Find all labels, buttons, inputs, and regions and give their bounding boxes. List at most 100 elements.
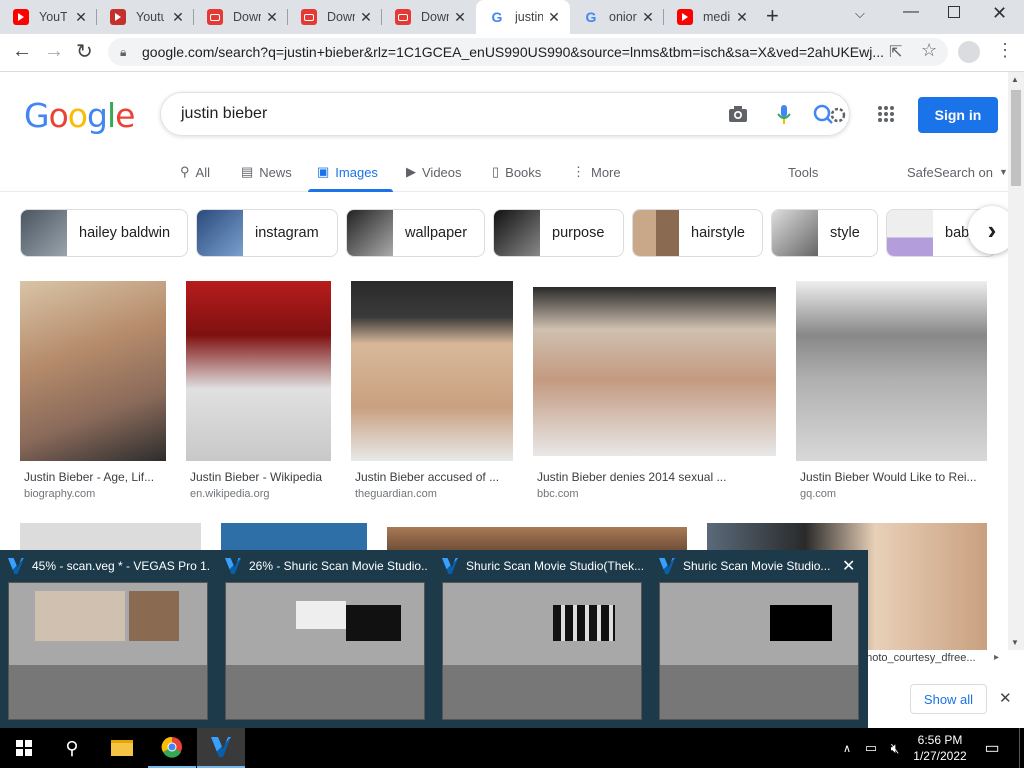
tools-button[interactable]: Tools: [788, 160, 818, 184]
result-caption[interactable]: Justin Bieber denies 2014 sexual ...: [537, 470, 772, 484]
tab-youtube-2[interactable]: Youtu ✕: [97, 0, 194, 34]
volume-muted-icon[interactable]: 🔇︎: [884, 728, 906, 768]
file-explorer-icon[interactable]: [98, 728, 146, 768]
result-source[interactable]: biography.com: [24, 488, 95, 500]
close-icon[interactable]: ✕: [264, 9, 280, 26]
network-icon[interactable]: ▭: [860, 728, 882, 768]
tab-images[interactable]: ▣ Images: [317, 160, 378, 184]
tab-justin-active[interactable]: G justin ✕: [476, 0, 570, 34]
tab-media[interactable]: medi ✕: [664, 0, 758, 34]
tab-onion[interactable]: G onior ✕: [570, 0, 664, 34]
close-icon[interactable]: ✕: [452, 9, 468, 26]
result-caption[interactable]: Justin Bieber - Wikipedia: [190, 470, 335, 484]
address-bar[interactable]: 🔒︎ google.com/search?q=justin+bieber&rlz…: [108, 38, 948, 66]
google-icon: G: [585, 9, 597, 25]
videos-icon: ▶: [406, 164, 416, 179]
window-thumbnail[interactable]: Shuric Scan Movie Studio...: [651, 550, 868, 728]
download-filename[interactable]: photo_courtesy_dfree...: [860, 652, 982, 664]
result-caption[interactable]: Justin Bieber Would Like to Rei...: [800, 470, 983, 484]
window-close-icon[interactable]: ✕: [992, 3, 1007, 24]
search-query[interactable]: justin bieber: [181, 105, 267, 123]
result-image[interactable]: [351, 281, 513, 461]
safesearch-toggle[interactable]: SafeSearch on ▼: [907, 160, 1008, 184]
apps-grid-icon[interactable]: [877, 105, 895, 123]
chip-instagram[interactable]: instagram: [196, 209, 338, 257]
result-source[interactable]: theguardian.com: [355, 488, 437, 500]
page-scrollbar[interactable]: ▲ ▼: [1008, 72, 1024, 652]
result-image[interactable]: [20, 523, 201, 553]
reload-icon[interactable]: ↻: [76, 39, 93, 64]
back-icon[interactable]: ←: [12, 40, 32, 63]
scrollbar-thumb[interactable]: [1011, 90, 1021, 186]
chrome-icon[interactable]: [148, 728, 196, 768]
search-icon[interactable]: ⚲: [48, 728, 96, 768]
result-image[interactable]: [796, 281, 987, 461]
close-icon[interactable]: ✕: [546, 9, 562, 26]
close-icon[interactable]: ✕: [734, 9, 750, 26]
restore-icon[interactable]: [948, 6, 960, 18]
minimize-icon[interactable]: —: [903, 3, 919, 21]
scroll-down-icon[interactable]: ▼: [1011, 638, 1019, 647]
tab-search-icon[interactable]: ⌵: [855, 6, 865, 22]
news-icon: ▤: [241, 164, 254, 179]
tab-download-1[interactable]: Dowr ✕: [194, 0, 288, 34]
close-thumbnail-icon[interactable]: ✕: [842, 556, 855, 576]
download-icon: [301, 9, 317, 25]
vegas-taskbar-icon[interactable]: [197, 728, 245, 768]
close-icon[interactable]: ✕: [640, 9, 656, 26]
google-logo[interactable]: Google: [24, 96, 135, 135]
new-tab-button[interactable]: +: [766, 3, 779, 29]
lock-icon: 🔒︎: [120, 45, 127, 59]
tab-download-3[interactable]: Dowr ✕: [382, 0, 476, 34]
result-source[interactable]: en.wikipedia.org: [190, 488, 270, 500]
camera-icon[interactable]: [728, 105, 748, 123]
menu-kebab-icon[interactable]: ⋮: [996, 40, 1014, 61]
notifications-icon[interactable]: ▭: [980, 728, 1004, 768]
chip-purpose[interactable]: purpose: [493, 209, 624, 257]
share-icon[interactable]: ⇱: [889, 42, 902, 62]
window-thumbnail[interactable]: Shuric Scan Movie Studio(Thek...: [434, 550, 651, 728]
profile-avatar-icon[interactable]: [958, 41, 980, 63]
tab-all[interactable]: ⚲ All: [180, 160, 210, 184]
close-icon[interactable]: ✕: [170, 9, 186, 26]
chips-next-arrow-icon[interactable]: ›: [968, 206, 1008, 254]
chip-hairstyle[interactable]: hairstyle: [632, 209, 763, 257]
sign-in-button[interactable]: Sign in: [918, 97, 998, 133]
window-thumbnail[interactable]: 26% - Shuric Scan Movie Studio...: [217, 550, 434, 728]
result-caption[interactable]: Justin Bieber - Age, Lif...: [24, 470, 170, 484]
vegas-app-icon: [8, 558, 24, 574]
tray-overflow-icon[interactable]: ∧: [838, 728, 856, 768]
result-image[interactable]: [221, 523, 367, 553]
result-source[interactable]: gq.com: [800, 488, 836, 500]
chip-style[interactable]: style: [771, 209, 878, 257]
tab-books[interactable]: ▯ Books: [492, 160, 541, 184]
close-icon[interactable]: ✕: [73, 9, 89, 26]
chip-hailey-baldwin[interactable]: hailey baldwin: [20, 209, 188, 257]
tab-youtube-1[interactable]: YouTu ✕: [0, 0, 97, 34]
tab-videos[interactable]: ▶ Videos: [406, 160, 462, 184]
search-box[interactable]: justin bieber: [160, 92, 850, 136]
scroll-up-icon[interactable]: ▲: [1011, 75, 1019, 84]
result-image[interactable]: [20, 281, 166, 461]
show-desktop-button[interactable]: [1019, 728, 1024, 768]
result-caption[interactable]: Justin Bieber accused of ...: [355, 470, 510, 484]
close-shelf-icon[interactable]: ✕: [999, 689, 1012, 707]
microphone-icon[interactable]: [776, 104, 792, 126]
tab-more[interactable]: ⋮ More: [572, 160, 621, 184]
search-nav-tabs: ⚲ All ▤ News ▣ Images ▶ Videos ▯ Books ⋮ More …: [0, 152, 1008, 192]
clock[interactable]: 6:56 PM 1/27/2022: [910, 732, 970, 764]
result-source[interactable]: bbc.com: [537, 488, 579, 500]
chip-wallpaper[interactable]: wallpaper: [346, 209, 485, 257]
window-thumbnail[interactable]: 45% - scan.veg * - VEGAS Pro 1...: [0, 550, 217, 728]
result-image[interactable]: [533, 287, 776, 456]
tab-download-2[interactable]: Dowr ✕: [288, 0, 382, 34]
close-icon[interactable]: ✕: [358, 9, 374, 26]
tab-news[interactable]: ▤ News: [241, 160, 292, 184]
start-windows-icon[interactable]: [0, 728, 48, 768]
show-all-button[interactable]: Show all: [910, 684, 987, 714]
search-icon[interactable]: [813, 103, 849, 127]
forward-icon[interactable]: →: [44, 40, 64, 63]
bookmark-star-icon[interactable]: ☆: [921, 40, 937, 61]
download-caret-icon[interactable]: ▸: [994, 652, 999, 663]
result-image[interactable]: [186, 281, 331, 461]
